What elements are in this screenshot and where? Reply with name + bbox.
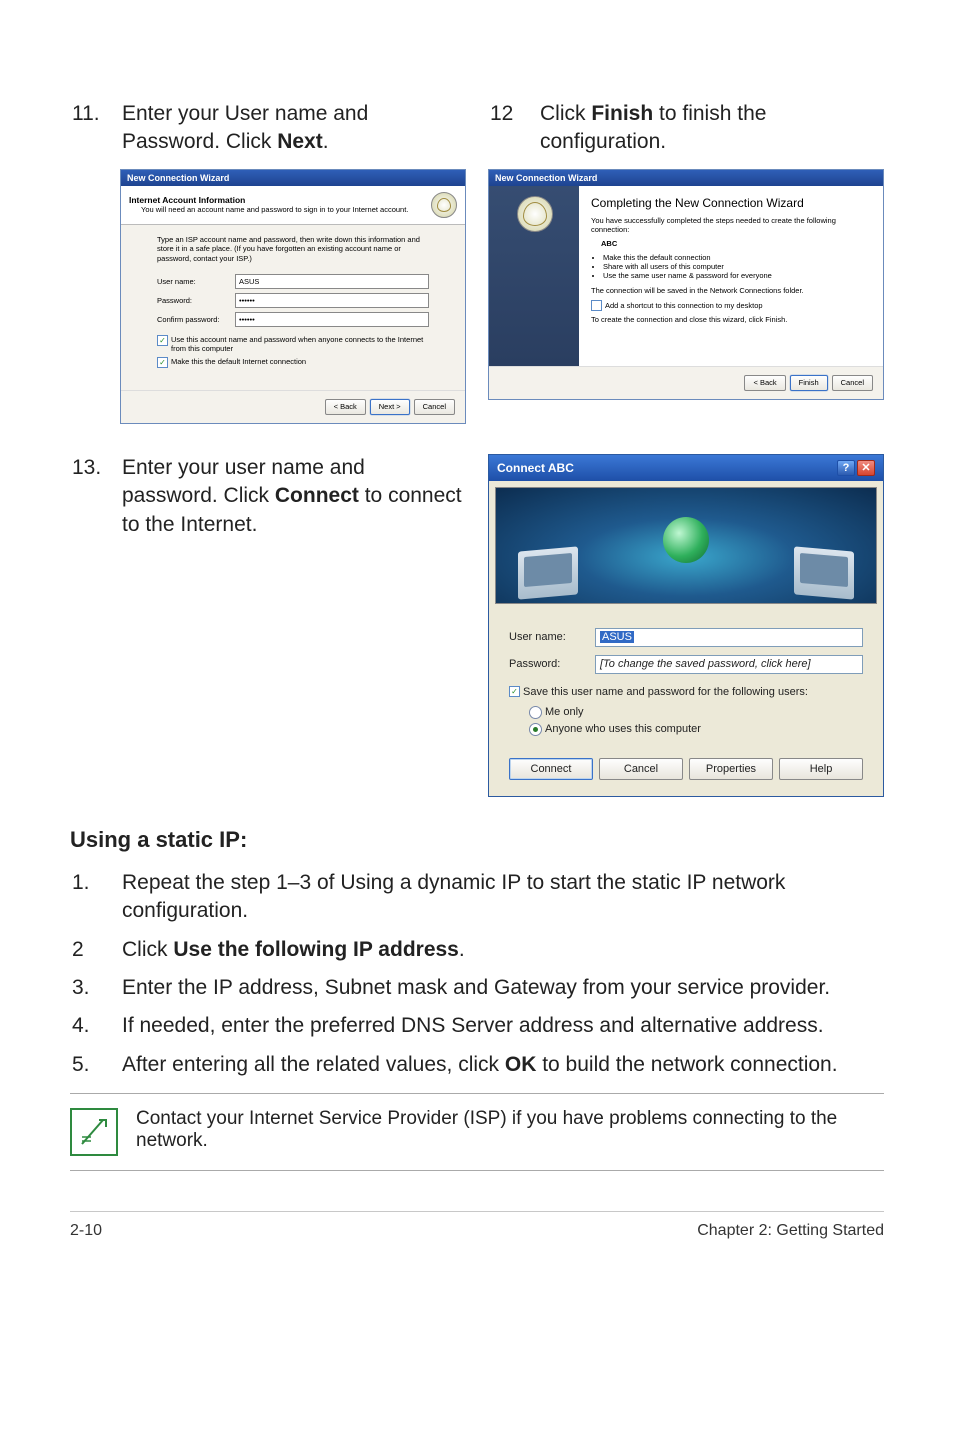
radio-label: Me only [545,706,584,718]
close-icon[interactable]: ✕ [857,460,875,476]
text: Click [540,102,591,125]
checkbox-label: Use this account name and password when … [171,335,429,353]
checkbox-label: Make this the default Internet connectio… [171,357,306,366]
connection-name: ABC [601,239,617,248]
window-title: New Connection Wizard [489,170,883,186]
password-input[interactable]: [To change the saved password, click her… [595,655,863,674]
step-11-text: 11. Enter your User name and Password. C… [70,100,466,157]
step-num: 3. [70,974,122,1002]
completion-text: To create the connection and close this … [591,315,871,325]
step-12-text: 12 Click Finish to finish the configurat… [488,100,884,157]
bold-text: OK [505,1053,537,1076]
password-label: Password: [509,658,595,670]
password-label: Password: [157,296,235,305]
connection-banner-graphic [495,487,877,604]
bullet-text: Use the same user name & password for ev… [603,271,871,280]
wizard-note: Type an ISP account name and password, t… [157,235,429,264]
input-value: [To change the saved password, click her… [600,658,811,670]
static-ip-steps: 1. Repeat the step 1–3 of Using a dynami… [70,869,884,1079]
shortcut-checkbox[interactable]: ✓ [591,300,602,311]
anyone-radio[interactable] [529,723,542,736]
input-value: ASUS [600,631,634,643]
page-footer: 2-10 Chapter 2: Getting Started [70,1211,884,1240]
cancel-button[interactable]: Cancel [832,375,873,391]
wizard-header-subtitle: You will need an account name and passwo… [141,205,431,214]
text: . [459,938,465,961]
step-num: 1. [70,869,122,926]
step-text: Enter the IP address, Subnet mask and Ga… [122,974,830,1002]
wizard-header-title: Internet Account Information [129,195,431,205]
step-num: 13. [70,454,122,539]
step-num: 4. [70,1012,122,1040]
input-value: ASUS [239,277,259,286]
bold-text: Finish [591,102,653,125]
default-connection-checkbox[interactable]: ✓ [157,357,168,368]
help-icon[interactable]: ? [837,460,855,476]
step-13-text: 13. Enter your user name and password. C… [70,454,466,539]
bold-text: Use the following IP address [173,938,459,961]
step-text: If needed, enter the preferred DNS Serve… [122,1012,824,1040]
step-num: 5. [70,1051,122,1079]
window-title: New Connection Wizard [121,170,465,186]
username-label: User name: [157,277,235,286]
text: to build the network connection. [536,1053,837,1076]
new-connection-wizard-account: New Connection Wizard Internet Account I… [120,169,466,424]
cancel-button[interactable]: Cancel [599,758,683,780]
checkbox-label: Add a shortcut to this connection to my … [605,301,763,310]
completion-title: Completing the New Connection Wizard [591,196,871,210]
cancel-button[interactable]: Cancel [414,399,455,415]
back-button[interactable]: < Back [325,399,366,415]
chapter-title: Chapter 2: Getting Started [697,1222,884,1240]
note-icon [70,1108,118,1156]
step-num: 2 [70,936,122,964]
new-connection-wizard-complete: New Connection Wizard Completing the New… [488,169,884,400]
bold-text: Connect [275,484,359,507]
me-only-radio[interactable] [529,706,542,719]
completion-text: You have successfully completed the step… [591,216,871,236]
finish-button[interactable]: Finish [790,375,828,391]
step-num: 12 [488,100,540,157]
step-num: 11. [70,100,122,157]
text: Enter your User name and Password. Click [122,102,368,153]
checkbox-label: Save this user name and password for the… [523,686,808,698]
step-text: Repeat the step 1–3 of Using a dynamic I… [122,869,884,926]
globe-icon [431,192,457,218]
bold-text: Next [277,130,323,153]
note-callout: Contact your Internet Service Provider (… [70,1093,884,1171]
connect-button[interactable]: Connect [509,758,593,780]
connect-dialog: Connect ABC ? ✕ User name: ASUS [488,454,884,797]
text: After entering all the related values, c… [122,1053,505,1076]
bullet-text: Share with all users of this computer [603,262,871,271]
properties-button[interactable]: Properties [689,758,773,780]
confirm-password-label: Confirm password: [157,315,235,324]
username-input[interactable]: ASUS [595,628,863,647]
input-value: •••••• [239,315,255,324]
text: Click [122,938,173,961]
username-input[interactable]: ASUS [235,274,429,289]
password-input[interactable]: •••••• [235,293,429,308]
username-label: User name: [509,631,595,643]
use-account-checkbox[interactable]: ✓ [157,335,168,346]
input-value: •••••• [239,296,255,305]
bullet-text: Make this the default connection [603,253,871,262]
radio-label: Anyone who uses this computer [545,723,701,735]
page-number: 2-10 [70,1222,102,1240]
globe-icon [517,196,553,232]
wizard-sidebar-graphic [489,186,579,366]
section-heading: Using a static IP: [70,827,884,853]
completion-text: The connection will be saved in the Netw… [591,286,871,296]
text: . [323,130,329,153]
help-button[interactable]: Help [779,758,863,780]
save-credentials-checkbox[interactable]: ✓ [509,686,520,697]
next-button[interactable]: Next > [370,399,410,415]
dialog-title: Connect ABC [497,461,574,475]
confirm-password-input[interactable]: •••••• [235,312,429,327]
note-text: Contact your Internet Service Provider (… [136,1108,884,1152]
back-button[interactable]: < Back [744,375,785,391]
